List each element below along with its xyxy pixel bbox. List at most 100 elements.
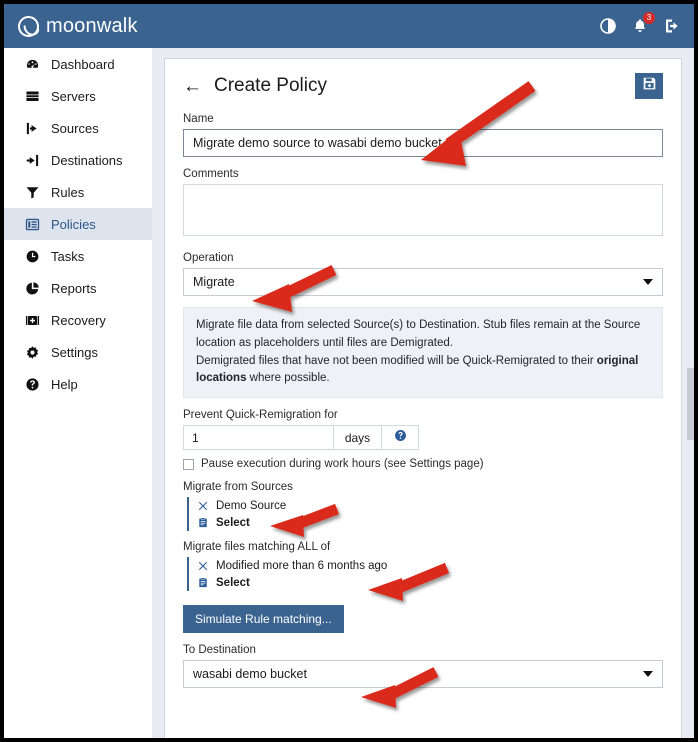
help-circle-icon [394, 429, 407, 447]
back-arrow-icon[interactable]: ← [183, 77, 202, 96]
app-window: moonwalk 3 Dashboard Servers Sources Des… [0, 0, 698, 742]
sidebar-navigation: Dashboard Servers Sources Destinations R [4, 48, 152, 738]
source-chip-label: Demo Source [216, 499, 287, 512]
sources-chip-list: Demo Source Select [187, 497, 663, 532]
comments-label: Comments [183, 168, 239, 180]
remove-x-icon[interactable] [198, 500, 209, 512]
notification-badge: 3 [643, 12, 655, 24]
sidebar-item-policies[interactable]: Policies [4, 208, 152, 240]
rules-select-button[interactable]: Select [198, 574, 663, 591]
info-line2-post: where possible. [246, 372, 330, 385]
moon-icon [18, 15, 39, 37]
destination-selected-value: wasabi demo bucket [193, 667, 307, 682]
sidebar-item-label: Dashboard [51, 56, 115, 72]
reports-icon [24, 280, 40, 296]
sources-select-label: Select [216, 516, 250, 529]
sidebar-item-label: Tasks [51, 248, 85, 264]
source-chip-demo-source[interactable]: Demo Source [198, 497, 663, 514]
sidebar-item-label: Reports [51, 280, 97, 296]
remove-x-icon[interactable] [198, 560, 209, 572]
chevron-down-icon [643, 671, 653, 678]
save-button[interactable] [635, 73, 663, 99]
contrast-icon[interactable] [600, 18, 616, 34]
operation-description-line1: Migrate file data from selected Source(s… [196, 319, 641, 349]
create-policy-card: ← Create Policy Name Migrate demo source… [164, 58, 682, 738]
clipboard-icon [198, 517, 209, 529]
page-header: ← Create Policy [183, 73, 663, 99]
rule-chip-modified-more-than-6-months[interactable]: Modified more than 6 months ago [198, 557, 663, 574]
dashboard-icon [24, 56, 40, 72]
pause-execution-checkbox[interactable] [183, 458, 194, 470]
operation-field-block: Operation Migrate [183, 252, 663, 296]
help-icon [24, 376, 40, 392]
brand-name: moonwalk [46, 14, 138, 37]
migrate-from-sources-label: Migrate from Sources [183, 481, 293, 494]
rules-icon [24, 184, 40, 200]
comments-textarea[interactable] [183, 184, 663, 236]
name-field-block: Name [183, 113, 663, 157]
sidebar-item-destinations[interactable]: Destinations [4, 144, 152, 176]
sidebar-item-dashboard[interactable]: Dashboard [4, 48, 152, 80]
prevent-remigration-help-button[interactable] [381, 425, 419, 451]
to-destination-label: To Destination [183, 644, 256, 657]
rules-select-label: Select [216, 576, 250, 589]
page-scrollbar-thumb[interactable] [687, 368, 694, 440]
sidebar-item-label: Destinations [51, 152, 123, 168]
name-input[interactable] [183, 129, 663, 157]
sidebar-item-tasks[interactable]: Tasks [4, 240, 152, 272]
servers-icon [24, 88, 40, 104]
settings-icon [24, 344, 40, 360]
sidebar-item-reports[interactable]: Reports [4, 272, 152, 304]
sidebar-item-recovery[interactable]: Recovery [4, 304, 152, 336]
sidebar-item-label: Servers [51, 88, 96, 104]
sidebar-item-servers[interactable]: Servers [4, 80, 152, 112]
recovery-icon [24, 312, 40, 328]
sources-icon [24, 120, 40, 136]
sources-select-button[interactable]: Select [198, 514, 663, 531]
sidebar-item-label: Settings [51, 344, 98, 360]
sidebar-item-help[interactable]: Help [4, 368, 152, 400]
brand-logo[interactable]: moonwalk [18, 15, 138, 38]
logout-icon[interactable] [664, 18, 680, 34]
destination-select[interactable]: wasabi demo bucket [183, 660, 663, 689]
tasks-icon [24, 248, 40, 264]
operation-description-line2: Demigrated files that have not been modi… [196, 353, 650, 389]
prevent-remigration-input[interactable] [183, 425, 333, 451]
prevent-remigration-group: days [183, 425, 663, 451]
page-title: Create Policy [214, 75, 327, 96]
operation-selected-value: Migrate [193, 275, 235, 289]
sidebar-item-label: Help [51, 376, 78, 392]
rules-chip-list: Modified more than 6 months ago Select [187, 557, 663, 592]
comments-field-block: Comments [183, 168, 663, 241]
sidebar-item-label: Rules [51, 184, 85, 200]
prevent-remigration-unit: days [333, 425, 381, 451]
sidebar-item-settings[interactable]: Settings [4, 336, 152, 368]
simulate-rule-matching-button[interactable]: Simulate Rule matching... [183, 605, 344, 634]
save-disk-icon [642, 76, 657, 96]
topbar-actions: 3 [600, 12, 680, 34]
pause-execution-row[interactable]: Pause execution during work hours (see S… [183, 458, 663, 470]
prevent-remigration-label: Prevent Quick-Remigration for [183, 409, 338, 422]
content-area: ← Create Policy Name Migrate demo source… [152, 48, 694, 738]
rule-chip-label: Modified more than 6 months ago [216, 559, 388, 572]
operation-select[interactable]: Migrate [183, 268, 663, 296]
policies-icon [24, 216, 40, 232]
clipboard-icon [198, 577, 209, 589]
migrate-files-matching-label: Migrate files matching ALL of [183, 541, 331, 554]
sidebar-item-label: Recovery [51, 312, 106, 328]
operation-label: Operation [183, 252, 234, 264]
sidebar-item-label: Policies [51, 216, 96, 232]
chevron-down-icon [643, 279, 653, 285]
bell-icon[interactable]: 3 [632, 12, 655, 34]
name-label: Name [183, 113, 214, 125]
operation-description: Migrate file data from selected Source(s… [183, 307, 663, 399]
pause-execution-label: Pause execution during work hours (see S… [201, 458, 484, 471]
page-header-left: ← Create Policy [183, 75, 327, 97]
sidebar-item-sources[interactable]: Sources [4, 112, 152, 144]
destinations-icon [24, 152, 40, 168]
sidebar-item-rules[interactable]: Rules [4, 176, 152, 208]
sidebar-item-label: Sources [51, 120, 99, 136]
page-scrollbar-track[interactable] [687, 48, 694, 738]
top-navigation-bar: moonwalk 3 [4, 4, 694, 48]
info-line2-pre: Demigrated files that have not been modi… [196, 354, 597, 367]
